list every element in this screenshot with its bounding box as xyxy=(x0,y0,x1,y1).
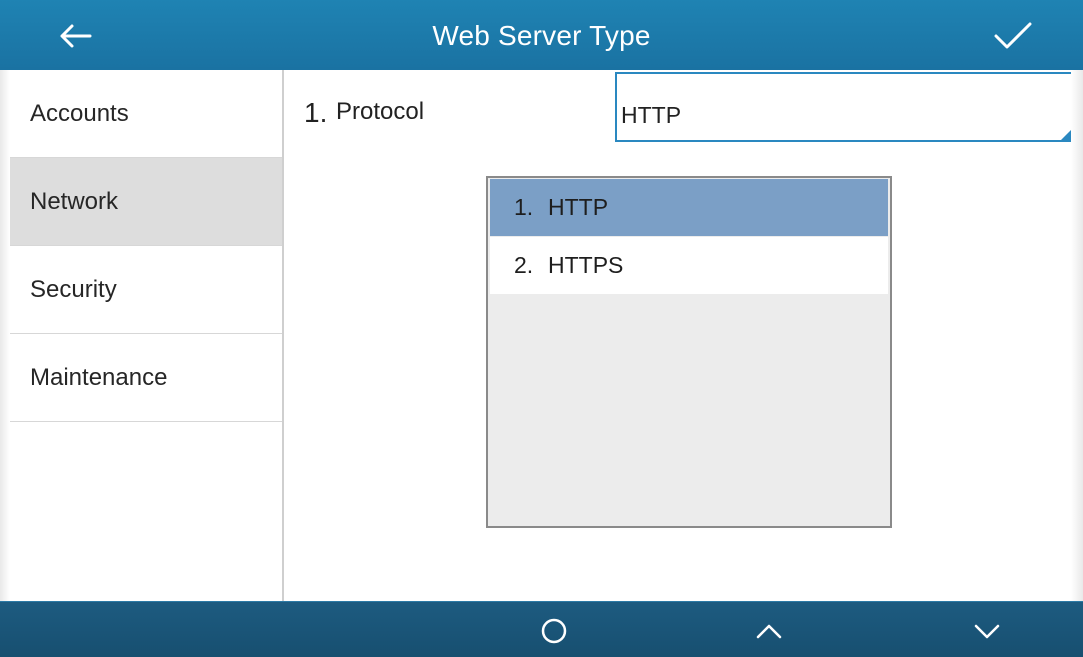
sidebar-item-label: Network xyxy=(30,187,119,215)
home-button[interactable] xyxy=(519,610,589,652)
protocol-select[interactable]: HTTP xyxy=(615,72,1077,142)
dropdown-option-http[interactable]: 1. HTTP xyxy=(490,179,888,236)
protocol-value: HTTP xyxy=(621,102,682,128)
sidebar-item-maintenance[interactable]: Maintenance xyxy=(10,334,282,422)
chevron-up-icon xyxy=(756,624,782,639)
option-label: HTTPS xyxy=(548,252,624,278)
option-number: 1. xyxy=(514,194,534,220)
sidebar-item-network[interactable]: Network xyxy=(10,158,282,246)
protocol-label: Protocol xyxy=(336,98,425,125)
sidebar-item-label: Maintenance xyxy=(30,363,168,391)
content-area: Accounts Network Security Maintenance 1.… xyxy=(0,70,1083,601)
right-edge xyxy=(1071,70,1083,601)
protocol-dropdown-list: 1. HTTP 2. HTTPS xyxy=(486,176,892,528)
title-bar: Web Server Type xyxy=(0,0,1083,70)
dropdown-option-https[interactable]: 2. HTTPS xyxy=(490,237,888,294)
settings-panel: 1. Protocol HTTP 1. HTTP 2. HTTPS xyxy=(284,70,1077,601)
option-label: HTTP xyxy=(548,194,609,220)
row-index: 1. xyxy=(304,97,328,128)
option-number: 2. xyxy=(514,252,534,278)
sidebar-item-accounts[interactable]: Accounts xyxy=(10,70,282,158)
page-title: Web Server Type xyxy=(432,20,651,51)
home-circle-icon xyxy=(541,618,567,644)
sidebar: Accounts Network Security Maintenance xyxy=(10,70,284,601)
left-edge xyxy=(0,70,10,601)
scroll-down-button[interactable] xyxy=(952,610,1022,652)
sidebar-item-label: Security xyxy=(30,275,117,303)
confirm-button[interactable] xyxy=(983,10,1043,62)
sidebar-item-label: Accounts xyxy=(30,99,129,127)
softkey-bar xyxy=(0,601,1083,657)
chevron-down-icon xyxy=(974,624,1000,639)
sidebar-item-security[interactable]: Security xyxy=(10,246,282,334)
checkmark-icon xyxy=(994,22,1032,49)
scroll-up-button[interactable] xyxy=(734,610,804,652)
